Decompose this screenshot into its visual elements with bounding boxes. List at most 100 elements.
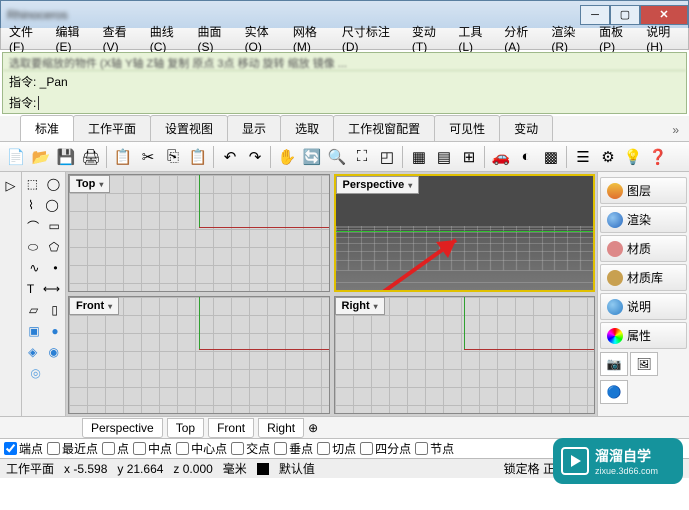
curve-icon[interactable]: ∿ [29,261,39,275]
select-icon[interactable]: ⬚ [27,177,38,191]
box-icon[interactable]: ▣ [28,324,39,338]
ribbon-tab[interactable]: 可见性 [434,115,500,141]
osnap-item[interactable]: 最近点 [47,440,98,457]
ribbon-tab[interactable]: 工作视窗配置 [333,115,435,141]
osnap-item[interactable]: 垂点 [274,440,313,457]
viewport-tab[interactable]: Front [208,418,254,438]
add-viewport-icon[interactable]: ⊕ [308,421,318,435]
arc-icon[interactable]: ⌒ [27,218,39,235]
osnap-item[interactable]: 切点 [317,440,356,457]
ribbon-tab[interactable]: 工作平面 [73,115,151,141]
viewport-front-label[interactable]: Front [69,297,119,315]
viewport-perspective[interactable]: Perspective [334,174,596,292]
osnap-checkbox[interactable] [274,442,287,455]
lasso-icon[interactable]: ◯ [47,177,60,191]
right-panel-item[interactable]: 材质库 [600,264,687,291]
extrude-icon[interactable]: ▯ [51,303,58,317]
viewport-tab[interactable]: Right [258,418,304,438]
zoom-window-icon[interactable]: ◰ [375,145,399,169]
command-input[interactable] [38,96,680,110]
osnap-item[interactable]: 点 [102,440,129,457]
right-panel-item[interactable]: 图层 [600,177,687,204]
render-icon[interactable]: 🚗 [489,145,513,169]
menu-item[interactable]: 渲染(R) [547,21,593,56]
cut-icon[interactable]: ✂ [136,145,160,169]
layers-icon[interactable]: ☰ [571,145,595,169]
new-icon[interactable]: 📄 [4,145,28,169]
ribbon-tab[interactable]: 选取 [280,115,334,141]
zoom-extents-icon[interactable]: ⛶ [350,145,374,169]
polyline-icon[interactable]: ⌇ [28,198,34,212]
point-icon[interactable]: • [53,261,57,275]
menu-item[interactable]: 变动(T) [408,21,453,56]
menu-item[interactable]: 尺寸标注(D) [338,21,406,56]
text-icon[interactable]: T [27,282,34,296]
viewport-tab[interactable]: Perspective [82,418,163,438]
save-icon[interactable]: 💾 [54,145,78,169]
osnap-checkbox[interactable] [47,442,60,455]
menu-item[interactable]: 文件(F) [5,21,50,56]
menu-item[interactable]: 网格(M) [289,21,336,56]
osnap-item[interactable]: 端点 [4,440,43,457]
osnap-item[interactable]: 中点 [133,440,172,457]
menu-item[interactable]: 编辑(E) [52,21,97,56]
osnap-item[interactable]: 节点 [415,440,454,457]
paste-icon[interactable]: 📋 [186,145,210,169]
viewport-top[interactable]: Top [68,174,330,292]
menu-item[interactable]: 曲线(C) [146,21,192,56]
4view-icon[interactable]: ⊞ [457,145,481,169]
clipboard-icon[interactable]: 📋 [111,145,135,169]
panel-tool-icon[interactable]: 🖼 [630,352,658,376]
osnap-checkbox[interactable] [133,442,146,455]
osnap-item[interactable]: 四分点 [360,440,411,457]
ribbon-tab[interactable]: 设置视图 [150,115,228,141]
pan-icon[interactable]: ✋ [275,145,299,169]
viewport-right[interactable]: Right [334,296,596,414]
named-view-icon[interactable]: ▤ [432,145,456,169]
torus-icon[interactable]: ◎ [30,366,40,380]
print-icon[interactable]: 🖨 [79,145,103,169]
undo-icon[interactable]: ↶ [218,145,242,169]
wireframe-icon[interactable]: ▩ [539,145,563,169]
osnap-checkbox[interactable] [231,442,244,455]
menu-item[interactable]: 说明(H) [642,21,688,56]
menu-item[interactable]: 查看(V) [99,21,144,56]
viewport-tab[interactable]: Top [167,418,204,438]
viewport-front[interactable]: Front [68,296,330,414]
panel-tool-icon[interactable]: 📷 [600,352,628,376]
menu-item[interactable]: 面板(P) [595,21,640,56]
osnap-item[interactable]: 交点 [231,440,270,457]
help-icon[interactable]: ❓ [646,145,670,169]
osnap-checkbox[interactable] [317,442,330,455]
viewport-right-label[interactable]: Right [335,297,385,315]
light-icon[interactable]: 💡 [621,145,645,169]
osnap-checkbox[interactable] [415,442,428,455]
pointer-icon[interactable]: ▷ [1,176,21,196]
ribbon-tab[interactable]: 标准 [20,115,74,141]
mesh-icon[interactable]: ◈ [28,345,37,359]
menu-item[interactable]: 分析(A) [500,21,545,56]
viewport-top-label[interactable]: Top [69,175,110,193]
shade-icon[interactable]: ◐ [514,145,538,169]
menu-item[interactable]: 曲面(S) [193,21,238,56]
circle-icon[interactable]: ◯ [45,198,58,212]
zoom-icon[interactable]: 🔍 [325,145,349,169]
osnap-checkbox[interactable] [102,442,115,455]
menu-item[interactable]: 工具(L) [454,21,498,56]
surface-icon[interactable]: ▱ [29,303,38,317]
right-panel-item[interactable]: 材质 [600,235,687,262]
right-panel-item[interactable]: 说明 [600,293,687,320]
dim-icon[interactable]: ⟷ [43,282,60,296]
open-icon[interactable]: 📂 [29,145,53,169]
ribbon-tab[interactable]: 变动 [499,115,553,141]
menu-item[interactable]: 实体(O) [241,21,287,56]
ellipse-icon[interactable]: ⬭ [28,240,38,255]
panel-tool-icon[interactable]: 🔵 [600,380,628,404]
ribbon-tab[interactable]: 显示 [227,115,281,141]
right-panel-item[interactable]: 渲染 [600,206,687,233]
cplane-icon[interactable]: ▦ [407,145,431,169]
viewport-perspective-label[interactable]: Perspective [336,176,420,194]
solid-icon[interactable]: ◉ [48,345,58,359]
right-panel-item[interactable]: 属性 [600,322,687,349]
osnap-checkbox[interactable] [4,442,17,455]
